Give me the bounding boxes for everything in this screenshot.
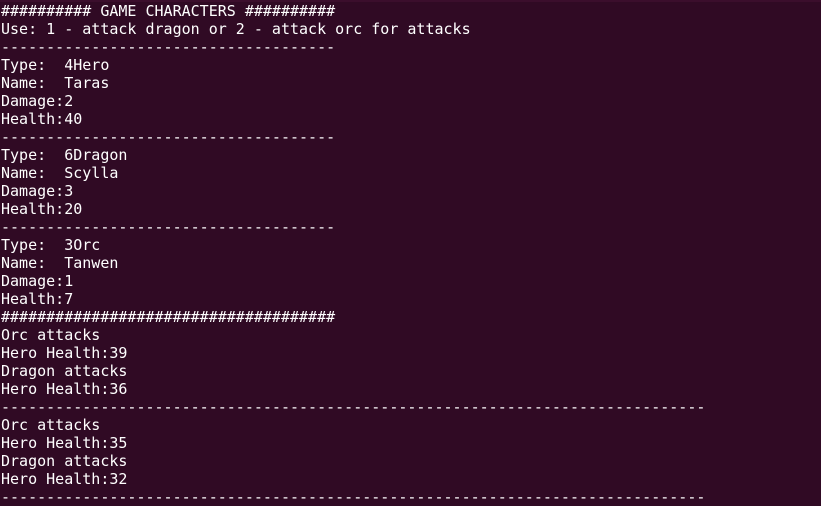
terminal-line-orc-damage: Damage:1 <box>1 272 74 290</box>
terminal-line-hash-separator: ##################################### <box>1 308 336 326</box>
terminal-line-battle-log: Hero Health:39 <box>1 344 128 362</box>
terminal-line-battle-log: Orc attacks <box>1 416 101 434</box>
terminal-line-dragon-damage: Damage:3 <box>1 182 74 200</box>
terminal-output: ########## GAME CHARACTERS ########## Us… <box>1 2 821 506</box>
terminal-line-battle-log: Orc attacks <box>1 326 101 344</box>
terminal-line-battle-log: Hero Health:36 <box>1 380 128 398</box>
terminal-line-separator: ------------------------------------- <box>1 218 336 236</box>
terminal-line-separator: ------------------------------------- <box>1 38 336 56</box>
terminal-line-battle-log: Hero Health:35 <box>1 434 128 452</box>
terminal-line-orc-type: Type: 3Orc <box>1 236 101 254</box>
window-top-edge <box>0 0 821 2</box>
terminal-line-dragon-health: Health:20 <box>1 200 83 218</box>
terminal-line-battle-log: Dragon attacks <box>1 452 128 470</box>
terminal-line-hero-type: Type: 4Hero <box>1 56 110 74</box>
terminal-line-battle-log: Dragon attacks <box>1 362 128 380</box>
terminal-line-header: ########## GAME CHARACTERS ########## <box>1 2 336 20</box>
terminal-line-usage: Use: 1 - attack dragon or 2 - attack orc… <box>1 20 471 38</box>
terminal-line-dragon-type: Type: 6Dragon <box>1 146 128 164</box>
terminal-line-long-separator: ----------------------------------------… <box>1 398 706 416</box>
terminal-line-orc-health: Health:7 <box>1 290 74 308</box>
terminal-line-hero-health: Health:40 <box>1 110 83 128</box>
terminal-line-dragon-name: Name: Scylla <box>1 164 119 182</box>
terminal-line-long-separator: ----------------------------------------… <box>1 488 706 506</box>
terminal-line-hero-damage: Damage:2 <box>1 92 74 110</box>
terminal-line-separator: ------------------------------------- <box>1 128 336 146</box>
terminal-line-battle-log: Hero Health:32 <box>1 470 128 488</box>
terminal-line-hero-name: Name: Taras <box>1 74 110 92</box>
terminal-window[interactable]: ########## GAME CHARACTERS ########## Us… <box>0 0 821 506</box>
terminal-line-orc-name: Name: Tanwen <box>1 254 119 272</box>
